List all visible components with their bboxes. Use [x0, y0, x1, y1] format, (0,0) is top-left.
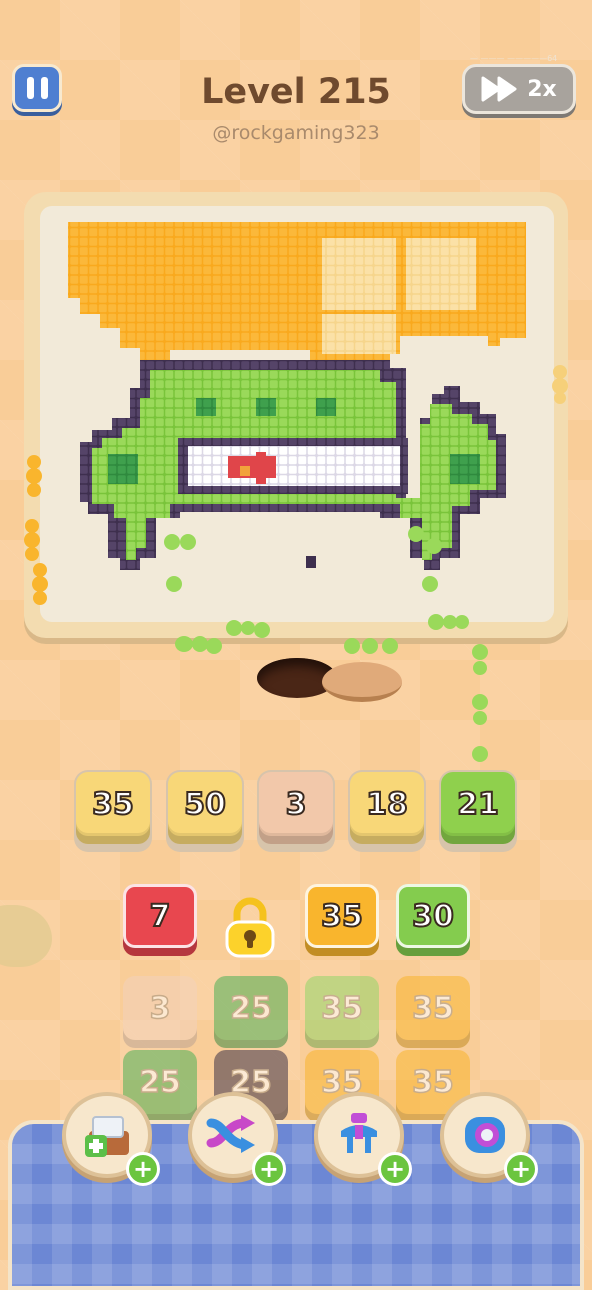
ant-icon — [408, 526, 442, 592]
queue-tile[interactable]: 35 — [76, 772, 150, 836]
corner-caption: — ——— —————64 — [470, 54, 558, 63]
grid-tile: 35 — [305, 976, 379, 1040]
grid-tile: 25 — [214, 976, 288, 1040]
add-tray-plus-button[interactable]: + — [126, 1152, 160, 1186]
queue-tile[interactable]: 18 — [350, 772, 424, 836]
add-tray-icon — [85, 1116, 129, 1157]
pause-button[interactable] — [12, 64, 62, 112]
creator-handle: @rockgaming323 — [212, 122, 380, 144]
ant-icon — [24, 519, 40, 561]
magnet-plus-button[interactable]: + — [378, 1152, 412, 1186]
grid-tile[interactable]: 7 — [123, 884, 197, 948]
padlock-icon[interactable] — [221, 896, 279, 958]
ant-icon — [164, 534, 196, 592]
speed-label: 2x — [527, 76, 557, 102]
grid-tile[interactable]: 30 — [396, 884, 470, 948]
ant-icon — [472, 644, 488, 762]
pixel-art-picture — [68, 222, 526, 570]
grid-tile: 3 — [123, 976, 197, 1040]
grid-tile[interactable]: 35 — [305, 884, 379, 948]
swap-plus-button[interactable]: + — [504, 1152, 538, 1186]
level-title: Level 215 — [201, 72, 391, 112]
queue-tile[interactable]: 21 — [441, 772, 515, 836]
magnet-claw-icon — [341, 1113, 377, 1153]
ant-icon — [552, 365, 568, 404]
shuffle-plus-button[interactable]: + — [252, 1152, 286, 1186]
ant-icon — [26, 455, 42, 497]
ant-icon — [344, 638, 398, 654]
ant-icon — [175, 636, 222, 654]
pause-icon-bar-left — [26, 77, 34, 99]
fast-forward-icon — [481, 76, 517, 102]
hole-lid — [322, 662, 402, 702]
ant-icon — [428, 614, 469, 630]
queue-tile[interactable]: 3 — [259, 772, 333, 836]
ant-icon — [226, 620, 270, 638]
shuffle-icon — [206, 1115, 255, 1153]
pause-icon-bar-right — [40, 77, 48, 99]
ant-icon — [32, 563, 48, 605]
leaf-decoration — [0, 905, 52, 967]
speed-toggle-button[interactable]: 2x — [462, 64, 576, 114]
swap-icon — [465, 1117, 505, 1153]
queue-tile[interactable]: 50 — [168, 772, 242, 836]
grid-tile: 35 — [396, 976, 470, 1040]
